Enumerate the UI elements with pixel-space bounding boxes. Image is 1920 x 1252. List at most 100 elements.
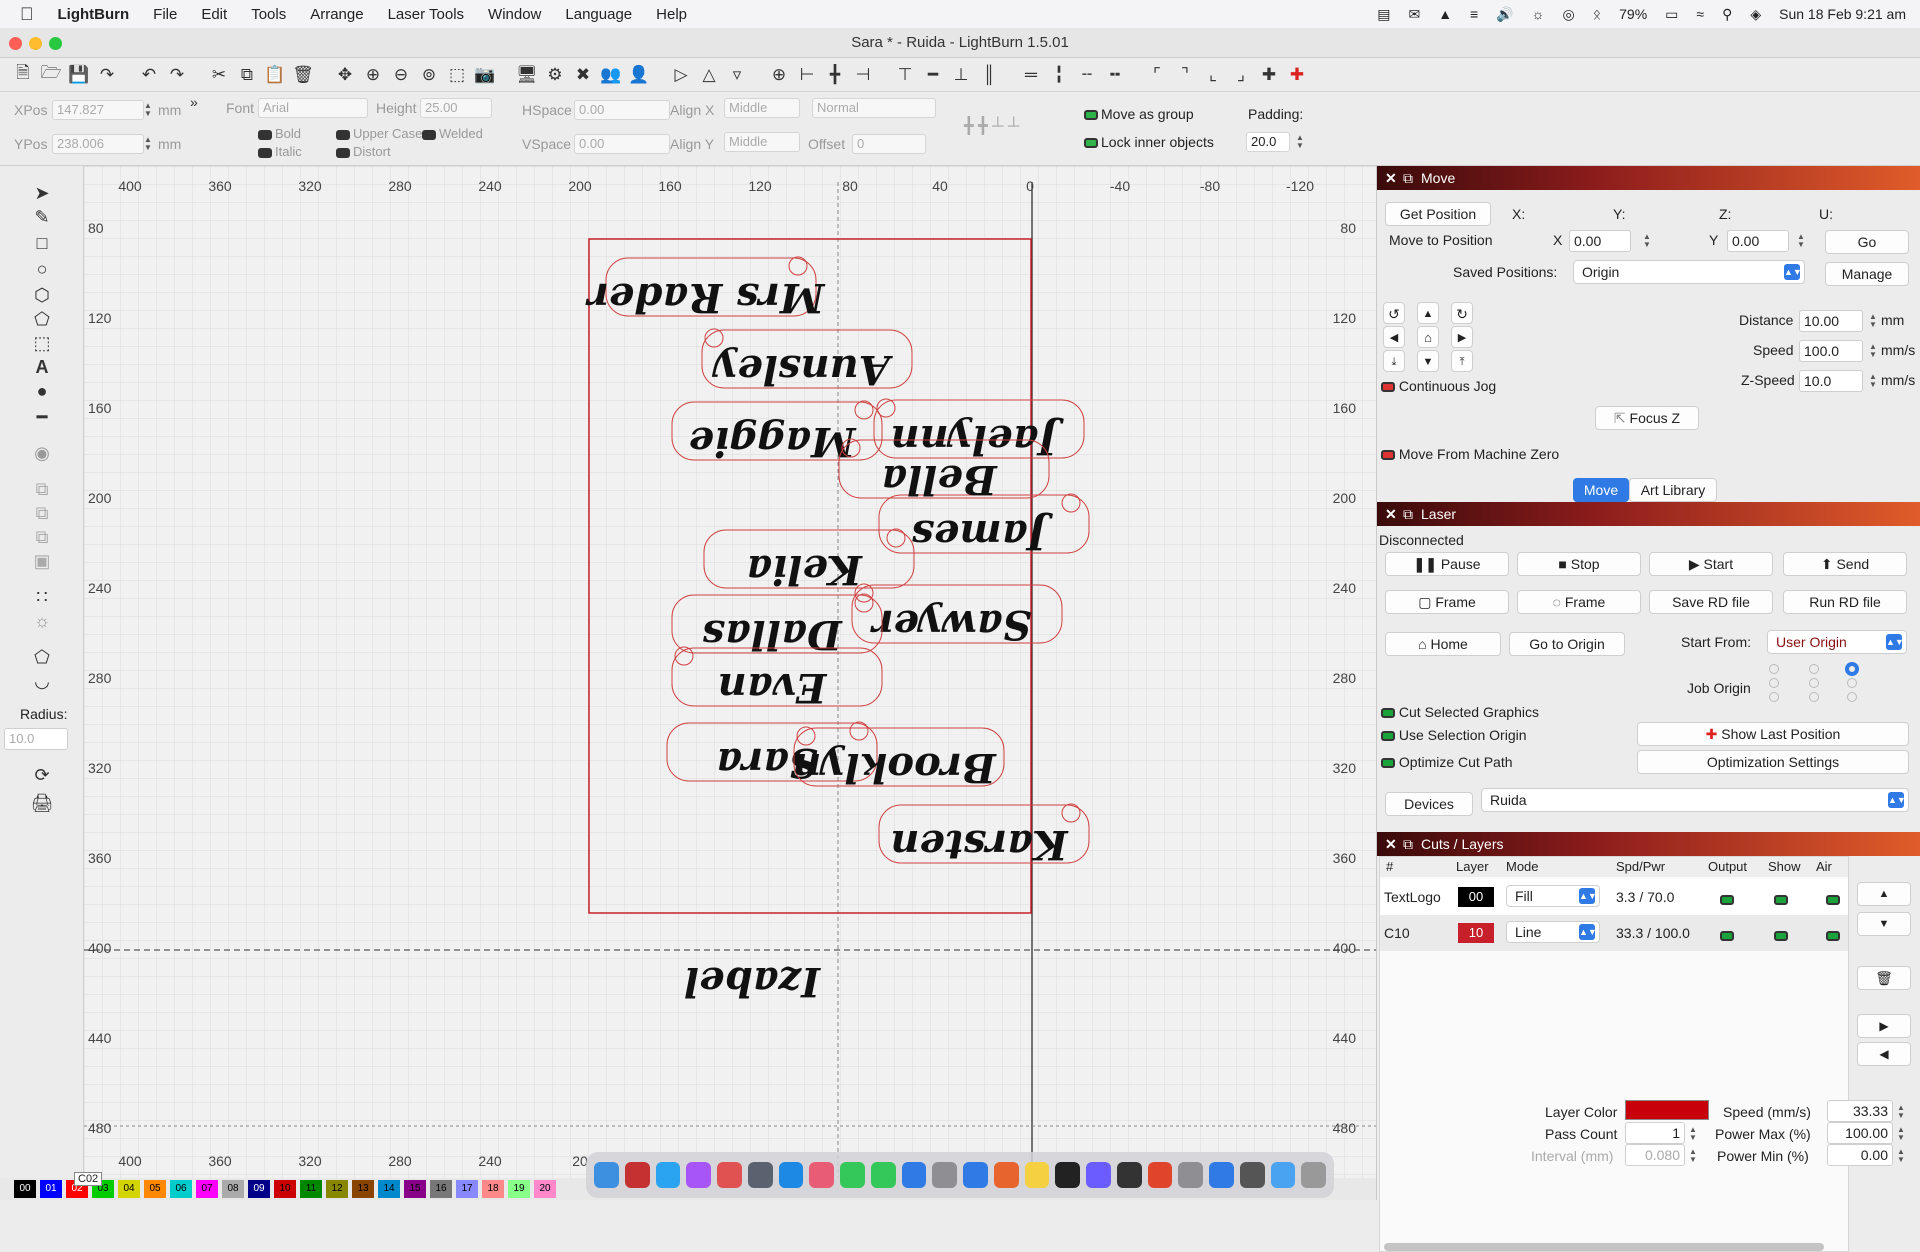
wifi-icon[interactable]: ≈ [1696, 6, 1704, 22]
menu-edit[interactable]: Edit [189, 6, 239, 23]
menu-app-name[interactable]: LightBurn [46, 6, 142, 23]
dock-app-icon[interactable] [1086, 1162, 1111, 1188]
power-min-stepper-icon[interactable]: ▲ ▼ [1897, 1148, 1905, 1164]
layer-expand-button[interactable]: ▶ [1857, 1014, 1911, 1038]
palette-swatch[interactable]: 17 [456, 1180, 478, 1198]
control-center-icon[interactable]: ◈ [1750, 6, 1761, 23]
jog-right-icon[interactable]: ▶ [1451, 326, 1473, 348]
move-x-stepper-icon[interactable]: ▲ ▼ [1643, 233, 1651, 249]
start-from-select[interactable]: User Origin ▲▼ [1767, 630, 1907, 654]
align-bottom-icon[interactable]: ⊥ [950, 64, 972, 86]
offset-field[interactable]: 0 [852, 134, 926, 154]
palette-swatch[interactable]: 20 [534, 1180, 556, 1198]
dock-app-icon[interactable] [686, 1162, 711, 1188]
save-rd-button[interactable]: Save RD file [1649, 590, 1773, 614]
height-field[interactable]: 25.00 [420, 98, 492, 118]
jog-z-up-icon[interactable]: ⤒ [1451, 350, 1473, 372]
palette-swatch[interactable]: 05 [144, 1180, 166, 1198]
bold-toggle[interactable]: Bold [258, 126, 301, 141]
pass-count-stepper-icon[interactable]: ▲ ▼ [1689, 1126, 1697, 1142]
distance-stepper-icon[interactable]: ▲ ▼ [1869, 313, 1877, 329]
dock-app-icon[interactable] [1270, 1162, 1296, 1188]
layer-row-mode[interactable]: Line ▲▼ [1506, 921, 1600, 943]
palette-swatch[interactable]: 12 [326, 1180, 348, 1198]
align-top-icon[interactable]: ⊤ [894, 64, 916, 86]
layer-row[interactable]: TextLogo 00 Fill ▲▼ 3.3 / 70.0 [1380, 879, 1848, 915]
dock-app-icon[interactable] [963, 1162, 988, 1188]
hspace-field[interactable]: 0.00 [574, 100, 670, 120]
font-select[interactable]: Arial [258, 98, 368, 118]
float-move-panel-icon[interactable]: ⧉ [1403, 166, 1413, 190]
layer-row[interactable]: C10 10 Line ▲▼ 33.3 / 100.0 [1380, 915, 1848, 951]
distribute-v-icon[interactable]: ╏ [1048, 64, 1070, 86]
dock-app-icon[interactable] [1209, 1162, 1234, 1188]
palette-swatch[interactable]: 07 [196, 1180, 218, 1198]
layer-speed-field[interactable]: 33.33 [1827, 1100, 1893, 1122]
position-tool-icon[interactable]: ● [28, 380, 56, 402]
distribute-icon[interactable]: ║ [978, 64, 1000, 86]
clock-datetime[interactable]: Sun 18 Feb 9:21 am [1779, 6, 1906, 22]
boolean-intersect-icon[interactable]: ⧉ [28, 526, 56, 548]
dock-app-icon[interactable] [778, 1162, 804, 1188]
ypos-stepper-icon[interactable]: ▲ ▼ [144, 136, 152, 152]
monitor-icon[interactable]: 🖥 [516, 64, 538, 86]
palette-swatch[interactable]: 15 [404, 1180, 426, 1198]
dock-app-icon[interactable] [594, 1162, 619, 1188]
layer-collapse-button[interactable]: ◀ [1857, 1042, 1911, 1066]
padding-stepper-icon[interactable]: ▲ ▼ [1296, 134, 1304, 150]
sun-icon[interactable]: ☼ [1532, 6, 1545, 22]
menu-file[interactable]: File [141, 6, 189, 23]
welded-toggle[interactable]: Welded [422, 126, 483, 141]
xpos-field[interactable]: 147.827 [52, 100, 144, 120]
frame-tool-icon[interactable]: ⬚ [28, 332, 56, 354]
mirror-h-icon[interactable]: ▷ [670, 64, 692, 86]
distribute-h-icon[interactable]: ═ [1020, 64, 1042, 86]
home-button[interactable]: ⌂ Home [1385, 632, 1501, 656]
zspeed-field[interactable]: 10.0 [1799, 370, 1863, 392]
origin-radio-ml[interactable] [1769, 678, 1779, 688]
briefcase-icon[interactable]: ▤ [1377, 6, 1390, 23]
tools-icon[interactable]: ✖ [572, 64, 594, 86]
airdrop-icon[interactable]: ◎ [1563, 6, 1575, 23]
align-right-icon[interactable]: ⊣ [852, 64, 874, 86]
move-y-stepper-icon[interactable]: ▲ ▼ [1797, 233, 1805, 249]
minimize-window-button[interactable] [29, 37, 42, 50]
save-icon[interactable]: 💾 [68, 64, 90, 86]
move-from-zero-toggle[interactable]: Move From Machine Zero [1381, 446, 1559, 462]
name-tag[interactable]: Izabel [684, 958, 821, 1005]
corner-chamfer-icon[interactable]: ◡ [28, 670, 56, 692]
device-select[interactable]: Ruida ▲▼ [1481, 788, 1909, 812]
dock-app-icon[interactable] [655, 1162, 681, 1188]
layers-horizontal-scrollbar[interactable] [1384, 1243, 1824, 1251]
uppercase-toggle[interactable]: Upper Case [336, 126, 422, 141]
stack-icon[interactable]: ≡ [1470, 6, 1478, 22]
start-button[interactable]: ▶ Start [1649, 552, 1773, 576]
jog-z-down-icon[interactable]: ⤓ [1383, 350, 1405, 372]
space-h-icon[interactable]: ╌ [1076, 64, 1098, 86]
settings-icon[interactable]: ⚙ [544, 64, 566, 86]
search-icon[interactable]: ⚲ [1722, 6, 1732, 23]
delete-icon[interactable]: 🗑 [292, 64, 314, 86]
dock-app-icon[interactable] [1116, 1162, 1142, 1188]
palette-swatch[interactable]: 01 [40, 1180, 62, 1198]
mirror-v-icon[interactable]: △ [698, 64, 720, 86]
go-button[interactable]: Go [1825, 230, 1909, 254]
dock-app-icon[interactable] [1301, 1162, 1326, 1188]
volume-icon[interactable]: 🔊 [1496, 6, 1513, 23]
zoom-in-icon[interactable]: ⊕ [362, 64, 384, 86]
text-tool-icon[interactable]: A [28, 356, 56, 378]
stop-button[interactable]: ■ Stop [1517, 552, 1641, 576]
offset-tool-icon[interactable]: ◉ [28, 442, 56, 464]
frame-rect-button[interactable]: ▢ Frame [1385, 590, 1509, 614]
cut-icon[interactable]: ✂ [208, 64, 230, 86]
select-tool-icon[interactable]: ➤ [28, 182, 56, 204]
dock-app-icon[interactable] [624, 1162, 650, 1188]
layer-move-down-button[interactable]: ▼ [1857, 912, 1911, 936]
jog-home-icon[interactable]: ⌂ [1417, 326, 1439, 348]
palette-swatch[interactable]: 16 [430, 1180, 452, 1198]
origin-radio-mc[interactable] [1809, 678, 1819, 688]
layer-row-swatch[interactable]: 00 [1458, 887, 1494, 907]
dock-app-icon[interactable] [993, 1162, 1019, 1188]
print-tool-icon[interactable]: 🖨 [28, 792, 56, 814]
shape-tool-icon[interactable]: ⬠ [28, 308, 56, 330]
